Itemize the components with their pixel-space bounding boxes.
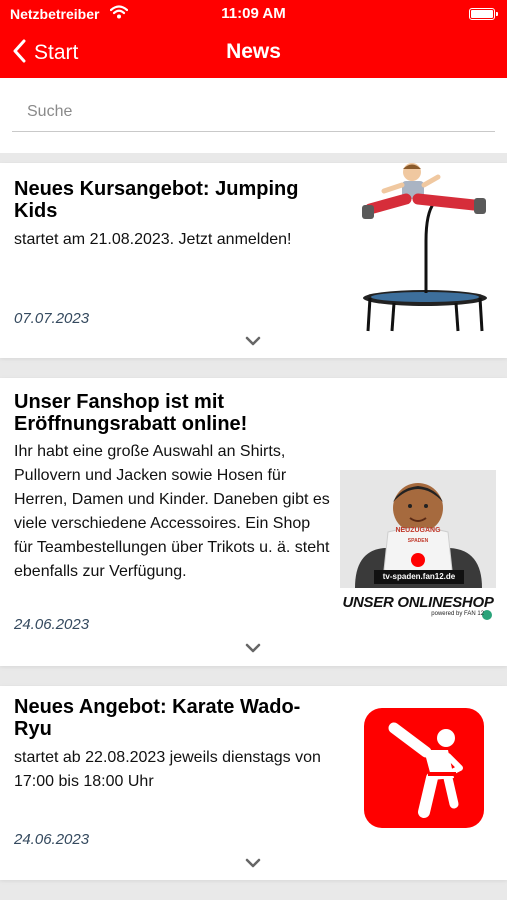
bib-subtext: SPADEN bbox=[407, 538, 429, 544]
status-bar: Netzbetreiber 11:09 AM bbox=[0, 0, 507, 28]
news-date: 24.06.2023 bbox=[14, 831, 90, 848]
shop-headline: UNSER ONLINESHOP bbox=[342, 594, 494, 611]
powered-by: powered by FAN 12 bbox=[431, 611, 484, 617]
news-date: 07.07.2023 bbox=[14, 310, 90, 327]
news-thumbnail-trampoline bbox=[362, 163, 487, 332]
news-card[interactable]: Neues Angebot: Karate Wado-Ryu startet a… bbox=[0, 686, 507, 880]
news-teaser: startet am 21.08.2023. Jetzt anmelden! bbox=[14, 231, 292, 248]
clock: 11:09 AM bbox=[221, 5, 286, 22]
battery-icon bbox=[469, 8, 498, 20]
news-thumbnail-onlineshop: NEUZUGANG SPADEN tv-spaden.fan12.de UNSE… bbox=[340, 470, 496, 630]
chevron-down-icon[interactable] bbox=[245, 643, 261, 653]
news-card[interactable]: Unser Fanshop ist mit Eröffnungsrabatt o… bbox=[0, 378, 507, 666]
news-title: Neues Kursangebot: Jumping Kids bbox=[14, 178, 299, 222]
chevron-down-icon[interactable] bbox=[245, 336, 261, 346]
news-title: Neues Angebot: Karate Wado-Ryu bbox=[14, 696, 301, 740]
news-teaser: startet ab 22.08.2023 jeweils dienstags … bbox=[14, 749, 321, 790]
news-teaser: Ihr habt eine große Auswahl an Shirts, P… bbox=[14, 443, 330, 580]
page-title: News bbox=[226, 40, 281, 63]
search-input[interactable] bbox=[12, 92, 495, 132]
bib-text: NEUZUGANG bbox=[395, 527, 441, 534]
search-area bbox=[0, 78, 507, 153]
chevron-down-icon[interactable] bbox=[245, 858, 261, 868]
navigation-bar: Start News bbox=[0, 28, 507, 78]
shop-url: tv-spaden.fan12.de bbox=[382, 572, 456, 581]
news-date: 24.06.2023 bbox=[14, 616, 90, 633]
news-card[interactable]: Neues Kursangebot: Jumping Kids startet … bbox=[0, 163, 507, 358]
karate-icon bbox=[364, 708, 484, 828]
news-title: Unser Fanshop ist mit Eröffnungsrabatt o… bbox=[14, 391, 248, 435]
